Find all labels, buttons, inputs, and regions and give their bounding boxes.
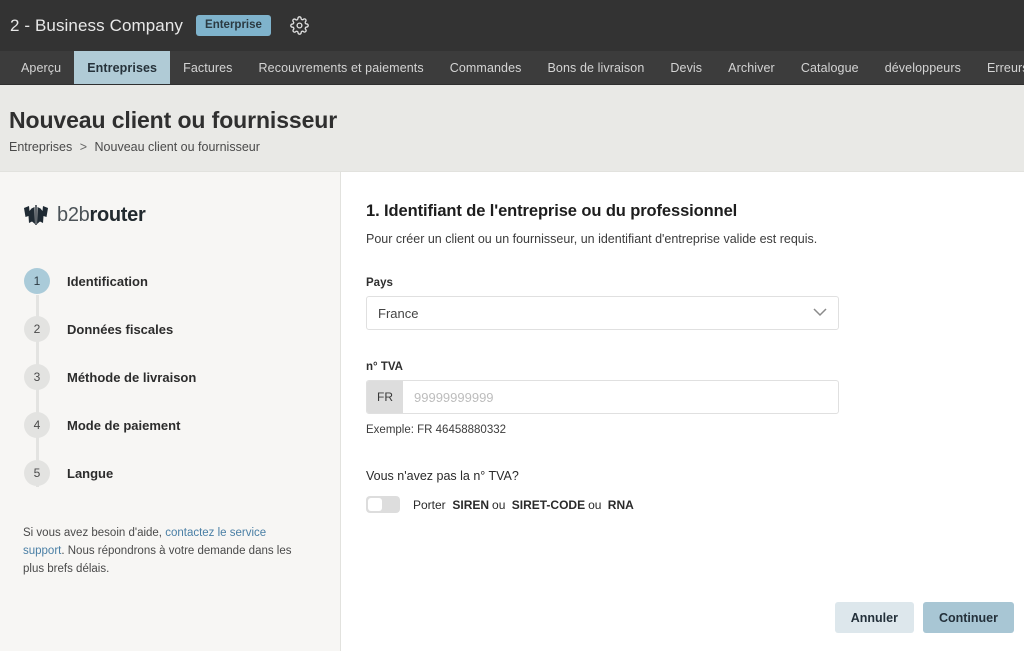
continue-button[interactable]: Continuer bbox=[922, 602, 1014, 633]
step-label-mode-de-paiement: Mode de paiement bbox=[67, 417, 181, 433]
main-navigation: Aperçu Entreprises Factures Recouvrement… bbox=[0, 51, 1024, 85]
vat-country-prefix: FR bbox=[367, 381, 403, 413]
nav-item-devis[interactable]: Devis bbox=[657, 51, 715, 84]
nav-item-erreurs[interactable]: Erreurs bbox=[974, 51, 1024, 84]
vat-input[interactable] bbox=[403, 381, 838, 413]
breadcrumb-separator-icon: > bbox=[79, 140, 88, 154]
b2brouter-logo: b2brouter bbox=[0, 200, 340, 230]
help-text-after: . Nous répondrons à votre demande dans l… bbox=[23, 544, 292, 575]
wizard-sidebar: b2brouter 1 Identification 2 Données fis… bbox=[0, 171, 341, 651]
nav-item-commandes[interactable]: Commandes bbox=[437, 51, 535, 84]
chevron-down-icon bbox=[813, 304, 827, 322]
country-selected-value: France bbox=[378, 305, 419, 321]
step-number-1: 1 bbox=[24, 268, 50, 294]
page-header: Nouveau client ou fournisseur Entreprise… bbox=[0, 85, 1024, 171]
gear-icon[interactable] bbox=[289, 15, 311, 37]
nav-item-entreprises[interactable]: Entreprises bbox=[74, 51, 171, 84]
nav-item-developpeurs[interactable]: développeurs bbox=[872, 51, 974, 84]
page-body: b2brouter 1 Identification 2 Données fis… bbox=[0, 171, 1024, 651]
nav-item-archiver[interactable]: Archiver bbox=[715, 51, 788, 84]
logo-text-light: b2b bbox=[57, 203, 90, 226]
alternate-id-caption: Porter SIREN ou SIRET-CODE ou RNA bbox=[413, 498, 634, 512]
step-number-5: 5 bbox=[24, 460, 50, 486]
country-select[interactable]: France bbox=[366, 296, 839, 330]
toggle-knob bbox=[368, 498, 382, 511]
alternate-id-toggle[interactable] bbox=[366, 496, 400, 513]
toggle-option-siren: SIREN bbox=[452, 497, 490, 512]
b2brouter-logo-icon bbox=[24, 205, 48, 225]
breadcrumb: Entreprises > Nouveau client ou fourniss… bbox=[9, 140, 1024, 154]
step-item-langue[interactable]: 5 Langue bbox=[24, 449, 340, 497]
step-label-identification: Identification bbox=[67, 273, 148, 289]
nav-item-catalogue[interactable]: Catalogue bbox=[788, 51, 872, 84]
form-section-title: 1. Identifiant de l'entreprise ou du pro… bbox=[366, 202, 738, 220]
vat-input-row: FR bbox=[366, 380, 839, 414]
country-label: Pays bbox=[366, 277, 393, 289]
step-item-mode-de-paiement[interactable]: 4 Mode de paiement bbox=[24, 401, 340, 449]
step-number-4: 4 bbox=[24, 412, 50, 438]
toggle-caption-lead: Porter bbox=[413, 497, 446, 512]
toggle-option-siret-code: SIRET-CODE bbox=[511, 497, 586, 512]
help-text-before: Si vous avez besoin d'aide, bbox=[23, 527, 166, 539]
step-number-3: 3 bbox=[24, 364, 50, 390]
wizard-stepper: 1 Identification 2 Données fiscales 3 Mé… bbox=[0, 257, 340, 497]
no-vat-question: Vous n'avez pas la n° TVA? bbox=[366, 469, 519, 483]
top-bar: 2 - Business Company Enterprise bbox=[0, 0, 1024, 51]
vat-example-hint: Exemple: FR 46458880332 bbox=[366, 424, 507, 436]
nav-item-apercu[interactable]: Aperçu bbox=[8, 51, 74, 84]
breadcrumb-current: Nouveau client ou fournisseur bbox=[94, 140, 260, 154]
toggle-or-2: ou bbox=[588, 497, 602, 512]
vat-label: n° TVA bbox=[366, 361, 403, 373]
alternate-id-toggle-row: Porter SIREN ou SIRET-CODE ou RNA bbox=[366, 496, 1024, 513]
form-section-subtitle: Pour créer un client ou un fournisseur, … bbox=[366, 232, 818, 246]
country-field-group: Pays France bbox=[366, 277, 1024, 330]
nav-item-recouvrements-et-paiements[interactable]: Recouvrements et paiements bbox=[246, 51, 437, 84]
toggle-option-rna: RNA bbox=[607, 497, 634, 512]
form-panel: 1. Identifiant de l'entreprise ou du pro… bbox=[341, 171, 1024, 651]
step-item-donnees-fiscales[interactable]: 2 Données fiscales bbox=[24, 305, 340, 353]
vat-field-group: n° TVA FR Exemple: FR 46458880332 bbox=[366, 361, 1024, 436]
cancel-button[interactable]: Annuler bbox=[834, 602, 914, 633]
b2brouter-logo-text: b2brouter bbox=[57, 203, 146, 227]
toggle-or-1: ou bbox=[492, 497, 506, 512]
step-number-2: 2 bbox=[24, 316, 50, 342]
nav-item-bons-de-livraison[interactable]: Bons de livraison bbox=[535, 51, 658, 84]
company-title: 2 - Business Company bbox=[10, 15, 184, 35]
logo-text-bold: router bbox=[89, 203, 146, 226]
plan-badge[interactable]: Enterprise bbox=[196, 14, 271, 37]
step-label-langue: Langue bbox=[67, 465, 114, 481]
step-label-methode-de-livraison: Méthode de livraison bbox=[67, 369, 197, 385]
nav-item-factures[interactable]: Factures bbox=[170, 51, 245, 84]
breadcrumb-link-entreprises[interactable]: Entreprises bbox=[9, 140, 72, 154]
step-label-donnees-fiscales: Données fiscales bbox=[67, 321, 174, 337]
step-item-identification[interactable]: 1 Identification bbox=[24, 257, 340, 305]
step-item-methode-de-livraison[interactable]: 3 Méthode de livraison bbox=[24, 353, 340, 401]
page-title: Nouveau client ou fournisseur bbox=[9, 107, 338, 133]
form-actions: Annuler Continuer bbox=[834, 602, 1014, 633]
support-help-text: Si vous avez besoin d'aide, contactez le… bbox=[0, 525, 340, 578]
